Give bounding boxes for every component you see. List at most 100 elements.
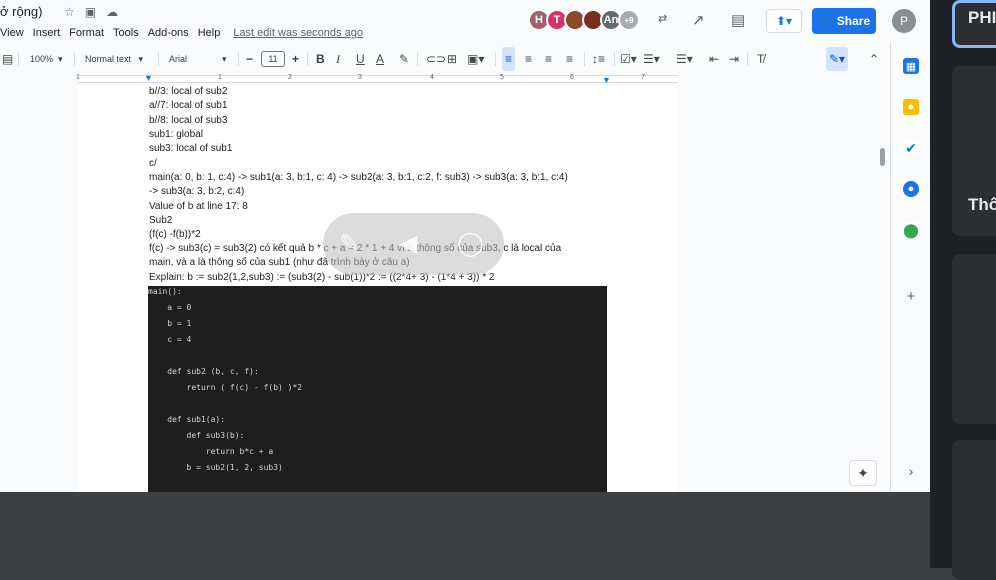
participant-name: Thô [968,195,996,214]
share-button[interactable]: 👤 Share [812,8,876,34]
decrease-font-size-button[interactable]: − [246,47,253,71]
person-icon: 👤 [817,14,833,28]
add-addon-icon[interactable]: + [903,288,919,305]
bulleted-list-icon[interactable]: ☰▾ [643,47,660,71]
numbered-list-icon[interactable]: ☰▾ [676,47,693,71]
explore-icon: ✦ [857,464,869,481]
decrease-indent-icon[interactable]: ⇤ [709,47,719,71]
participant-tile[interactable] [952,440,996,580]
toolbar-divider [74,52,75,66]
doc-line[interactable]: Sub2 [149,215,172,226]
menu-view[interactable]: View [0,27,24,39]
doc-line[interactable]: sub1: global [149,129,203,140]
settings-circle-icon[interactable]: ◯ [457,229,484,258]
indent-marker-icon[interactable]: ▼ [144,73,153,83]
account-avatar[interactable]: P [892,9,916,33]
explore-button[interactable]: ✦ [849,460,877,486]
doc-line[interactable]: b//8: local of sub3 [149,115,227,126]
line-spacing-icon[interactable]: ↕≡ [592,47,605,71]
menu-insert[interactable]: Insert [33,27,61,39]
menu-help[interactable]: Help [198,27,221,39]
keep-icon[interactable]: ● [903,99,919,115]
doc-line[interactable]: c/ [149,158,157,169]
paragraph-style-select[interactable]: Normal text ▾ [85,47,143,71]
code-line: def sub3(b): [148,431,245,440]
doc-line[interactable]: a//7: local of sub1 [149,100,227,111]
calendar-icon[interactable]: ▦ [903,58,919,74]
toolbar-divider [614,52,615,66]
paint-format-icon[interactable]: ▤ [2,47,13,71]
font-family-select[interactable]: Arial ▾ [169,47,227,71]
right-indent-marker-icon[interactable]: ▼ [602,75,611,85]
italic-button[interactable]: I [336,47,340,71]
clear-formatting-icon[interactable]: T̸ [757,47,764,71]
activity-trend-icon[interactable]: ↗ [692,11,705,29]
meeting-bottom-area [0,492,930,568]
hide-motion-icon[interactable]: ⇄ [658,12,667,25]
toolbar-divider [747,52,748,66]
last-edit-link[interactable]: Last edit was seconds ago [233,27,363,39]
ruler-bar[interactable] [78,75,678,83]
doc-line[interactable]: Value of b at line 17: 8 [149,201,248,212]
code-line: return ( f(c) - f(b) )*2 [148,383,303,392]
pen-off-icon[interactable]: ✎ [339,229,359,258]
code-line: def sub1(a): [148,415,226,424]
maps-pin-icon[interactable]: ⬤ [903,222,919,238]
align-center-icon[interactable]: ≡ [525,47,532,71]
star-icon[interactable]: ☆ [64,5,75,19]
insert-image-icon[interactable]: ▣▾ [467,47,484,71]
align-left-icon[interactable]: ≡ [502,47,516,71]
expand-panel-icon[interactable]: › [903,463,919,479]
checklist-icon[interactable]: ☑▾ [620,47,637,71]
document-title[interactable]: ở rộng) [0,4,43,19]
ruler-number: 4 [430,74,434,81]
move-folder-icon[interactable]: ▣ [85,5,96,19]
text-color-button[interactable]: A [376,47,384,71]
speaker-icon[interactable]: ◀ [399,229,417,258]
editing-mode-icon[interactable]: ✎▾ [826,47,849,71]
ruler-number: 7 [641,74,645,81]
code-line: b = sub2(1, 2, sub3) [148,463,283,472]
collapse-toolbar-icon[interactable]: ⌃ [869,47,879,71]
doc-line[interactable]: sub3: local of sub1 [149,143,232,154]
menu-format[interactable]: Format [69,27,104,39]
insert-link-icon[interactable]: ⊂⊃ [426,47,446,71]
toolbar-divider [417,52,418,66]
bold-button[interactable]: B [316,47,325,71]
doc-line[interactable]: b//3: local of sub2 [149,86,227,97]
font-size-input[interactable]: 11 [261,51,285,67]
side-panel-strip: ▦ ● ✔ ● ⬤ + › [890,42,930,492]
participant-tile[interactable] [952,254,996,424]
comment-icon[interactable]: ▤ [731,11,745,29]
increase-indent-icon[interactable]: ⇥ [729,47,739,71]
zoom-select[interactable]: 100% ▾ [30,47,63,71]
cloud-status-icon[interactable]: ☁ [106,5,118,19]
insert-comment-icon[interactable]: ⊞ [447,47,457,71]
code-image[interactable]: main(): a = 0 b = 1 c = 4 def sub2 (b, c… [148,286,607,492]
present-icon: ⬆▾ [775,14,793,28]
title-icons: ☆ ▣ ☁ [64,5,118,19]
scrollbar-thumb[interactable] [880,148,885,166]
more-collaborators-badge[interactable]: +9 [618,9,640,31]
align-right-icon[interactable]: ≡ [545,47,552,71]
tasks-icon[interactable]: ✔ [903,140,919,156]
ruler-number: 5 [500,74,504,81]
code-line: b = 1 [148,319,192,328]
ruler-number: 6 [570,74,574,81]
highlight-color-icon[interactable]: ✎ [399,47,409,71]
code-line: a = 0 [148,303,192,312]
menu-addons[interactable]: Add-ons [148,27,189,39]
document-page[interactable]: b//3: local of sub2 a//7: local of sub1 … [78,85,678,492]
underline-button[interactable]: U [356,47,365,71]
ruler-number: 1 [76,74,80,81]
doc-line[interactable]: -> sub3(a: 3, b:2, c:4) [149,186,244,197]
present-meeting-button[interactable]: ⬆▾ [766,9,802,33]
align-justify-icon[interactable]: ≡ [566,47,573,71]
increase-font-size-button[interactable]: + [292,47,299,71]
ruler-number: 2 [288,74,292,81]
menu-tools[interactable]: Tools [113,27,139,39]
toolbar-divider [584,52,585,66]
doc-line[interactable]: main(a: 0, b: 1, c:4) -> sub1(a: 3, b:1,… [149,172,568,183]
contacts-icon[interactable]: ● [903,181,919,197]
doc-line[interactable]: (f(c) -f(b))*2 [149,229,201,240]
